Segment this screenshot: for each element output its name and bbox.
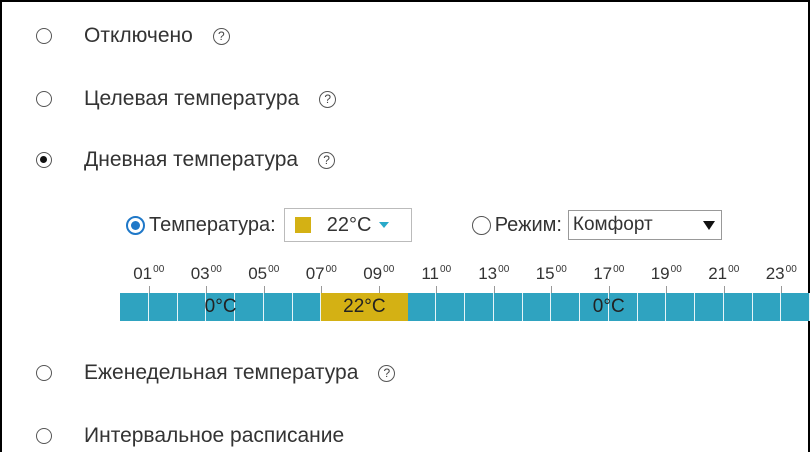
radio-temperature[interactable] (126, 215, 145, 235)
timeline-slot[interactable] (120, 293, 149, 321)
hour-tick (378, 286, 380, 293)
hour-label: 1900 (650, 264, 682, 283)
timeline-slot[interactable] (177, 293, 207, 321)
temperature-color-swatch (294, 217, 311, 233)
dropdown-arrow-icon (702, 220, 715, 230)
option-interval-schedule-label: Интервальное расписание (84, 424, 345, 447)
timeline-slot[interactable] (723, 293, 753, 321)
temperature-value: 22°C (326, 213, 372, 236)
timeline-slot[interactable] (522, 293, 552, 321)
hour-label: 0100 (133, 264, 165, 283)
chevron-down-icon (379, 222, 390, 228)
timeline-slot[interactable] (637, 293, 667, 321)
timeline-slot[interactable] (781, 293, 810, 321)
hour-label: 1700 (593, 264, 625, 283)
option-disabled-label: Отключено (84, 24, 193, 47)
radio-disabled[interactable] (36, 28, 52, 44)
timeline-slot[interactable] (436, 293, 465, 321)
temperature-dropdown[interactable]: 22°C (283, 208, 412, 242)
hour-tick (723, 286, 725, 293)
hour-label: 1100 (421, 264, 452, 283)
option-interval-schedule[interactable]: Интервальное расписание (36, 421, 344, 451)
hour-tick (493, 286, 495, 293)
hour-label: 1300 (478, 264, 510, 283)
hour-tick (666, 286, 668, 293)
hour-tick (148, 286, 150, 293)
hour-tick (608, 286, 610, 293)
option-target-temp-label: Целевая температура (84, 87, 300, 110)
mode-select[interactable]: Комфорт (567, 210, 722, 240)
hour-tick (206, 286, 208, 293)
hour-tick (551, 286, 553, 293)
option-daily-temp-label: Дневная температура (84, 148, 299, 171)
radio-weekly-temp[interactable] (36, 365, 52, 381)
segment-temperature-label: 0°C (592, 296, 625, 317)
timeline-slot[interactable] (666, 293, 695, 321)
segment-temperature-label: 0°C (204, 296, 237, 317)
hour-label: 0300 (190, 264, 222, 283)
timeline-slot[interactable] (551, 293, 580, 321)
timeline-bar[interactable]: 0°C 22°C 0°C (120, 293, 810, 321)
timeline-slot[interactable] (148, 293, 178, 321)
option-disabled[interactable]: Отключено ? (36, 21, 230, 51)
temperature-radio-label: Температура: (149, 213, 276, 236)
option-weekly-temp[interactable]: Еженедельная температура ? (36, 358, 396, 388)
radio-target-temp[interactable] (36, 91, 52, 107)
radio-mode[interactable] (471, 215, 491, 235)
hour-tick (436, 286, 438, 293)
timeline-slot[interactable] (292, 293, 322, 321)
settings-panel: Отключено ? Целевая температура ? Дневна… (0, 0, 810, 452)
mode-select-value: Комфорт (572, 214, 653, 235)
option-target-temp[interactable]: Целевая температура ? (36, 84, 337, 114)
radio-daily-temp[interactable] (36, 152, 52, 168)
help-icon[interactable]: ? (212, 27, 230, 45)
hour-label: 2100 (708, 264, 740, 283)
segment-temperature-label: 22°C (343, 296, 386, 317)
timeline-slot[interactable] (695, 293, 724, 321)
radio-interval-schedule[interactable] (36, 428, 52, 444)
hour-tick (321, 286, 323, 293)
hour-tick (263, 286, 265, 293)
hour-label: 0900 (363, 264, 395, 283)
option-daily-temp[interactable]: Дневная температура ? (36, 145, 336, 175)
help-icon[interactable]: ? (378, 364, 396, 382)
hour-label: 0700 (305, 264, 337, 283)
help-icon[interactable]: ? (318, 151, 336, 169)
timeline-slot[interactable] (407, 293, 437, 321)
hour-label: 1500 (535, 264, 567, 283)
timeline-slot[interactable] (493, 293, 523, 321)
hour-tick (781, 286, 783, 293)
timeline-slot[interactable] (263, 293, 293, 321)
mode-radio-label: Режим: (494, 213, 562, 236)
daily-settings-row: Температура: 22°C Режим: Комфорт (126, 207, 722, 243)
hour-label: 0500 (248, 264, 280, 283)
timeline-slot[interactable] (465, 293, 494, 321)
help-icon[interactable]: ? (319, 90, 337, 108)
option-weekly-temp-label: Еженедельная температура (84, 361, 359, 384)
hour-label: 2300 (765, 264, 797, 283)
timeline-slot[interactable] (752, 293, 782, 321)
timeline-slot[interactable] (235, 293, 264, 321)
